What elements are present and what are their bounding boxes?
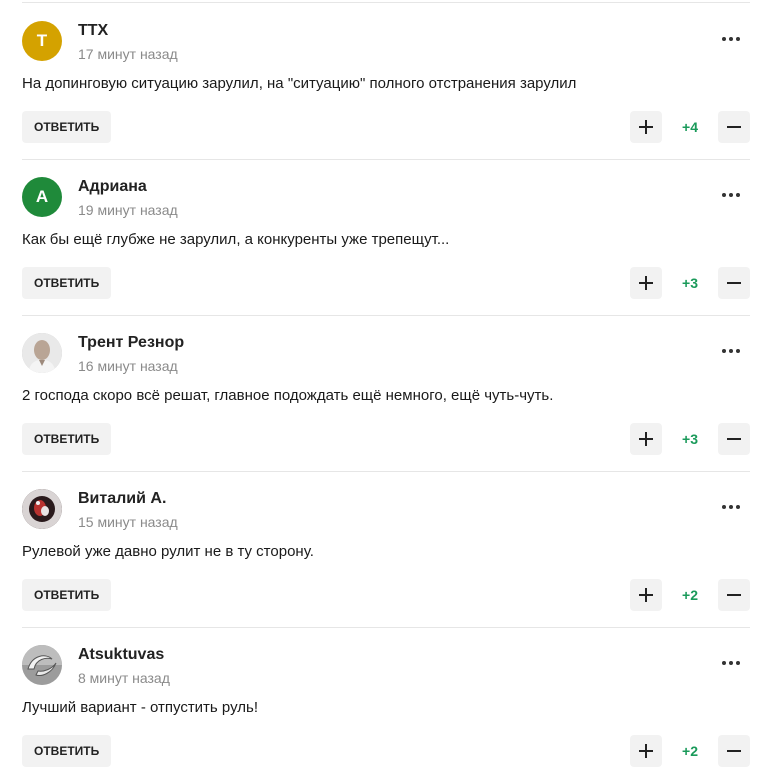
comment-score: +3: [682, 431, 698, 447]
more-options-button[interactable]: [718, 182, 744, 208]
comment-time: 16 минут назад: [78, 358, 178, 374]
avatar-letter: T: [36, 31, 48, 50]
comment-text: Рулевой уже давно рулит не в ту сторону.: [22, 543, 314, 560]
downvote-button[interactable]: [718, 735, 750, 767]
more-options-button[interactable]: [718, 26, 744, 52]
plus-icon: [639, 120, 653, 134]
comment-time: 15 минут назад: [78, 514, 178, 530]
upvote-button[interactable]: [630, 735, 662, 767]
reply-button[interactable]: ОТВЕТИТЬ: [22, 423, 112, 455]
minus-icon: [727, 432, 741, 446]
avatar[interactable]: [22, 645, 62, 685]
plus-icon: [639, 588, 653, 602]
minus-icon: [727, 588, 741, 602]
comment-score: +2: [682, 587, 698, 603]
more-dots-icon: [722, 505, 740, 509]
upvote-button[interactable]: [630, 579, 662, 611]
comment: Atsuktuvas 8 минут назад Лучший вариант …: [22, 628, 750, 784]
upvote-button[interactable]: [630, 267, 662, 299]
upvote-button[interactable]: [630, 423, 662, 455]
comment-author[interactable]: Виталий А.: [78, 490, 166, 508]
plus-icon: [639, 744, 653, 758]
plus-icon: [639, 276, 653, 290]
reply-button[interactable]: ОТВЕТИТЬ: [22, 267, 112, 299]
more-options-button[interactable]: [718, 494, 744, 520]
logo-photo-icon: [22, 645, 62, 685]
comment-author[interactable]: TTX: [78, 22, 108, 40]
minus-icon: [727, 276, 741, 290]
comment-text: Как бы ещё глубже не зарулил, а конкурен…: [22, 231, 450, 248]
comment-score: +3: [682, 275, 698, 291]
avatar[interactable]: T: [22, 21, 62, 61]
upvote-button[interactable]: [630, 111, 662, 143]
comment-time: 19 минут назад: [78, 202, 178, 218]
more-dots-icon: [722, 661, 740, 665]
minus-icon: [727, 120, 741, 134]
avatar[interactable]: [22, 489, 62, 529]
downvote-button[interactable]: [718, 579, 750, 611]
downvote-button[interactable]: [718, 423, 750, 455]
avatar-letter: А: [35, 187, 49, 206]
comment-time: 8 минут назад: [78, 670, 170, 686]
reply-button[interactable]: ОТВЕТИТЬ: [22, 735, 112, 767]
comment-text: На допинговую ситуацию зарулил, на "ситу…: [22, 75, 577, 92]
more-options-button[interactable]: [718, 338, 744, 364]
comment-time: 17 минут назад: [78, 46, 178, 62]
comment-author[interactable]: Адриана: [78, 178, 147, 196]
downvote-button[interactable]: [718, 267, 750, 299]
divider: [22, 2, 750, 3]
comment-text: 2 господа скоро всё решат, главное подож…: [22, 387, 554, 404]
comment: Трент Резнор 16 минут назад 2 господа ск…: [22, 316, 750, 472]
comment: Виталий А. 15 минут назад Рулевой уже да…: [22, 472, 750, 628]
avatar[interactable]: [22, 333, 62, 373]
comment-text: Лучший вариант - отпустить руль!: [22, 699, 258, 716]
comment-score: +2: [682, 743, 698, 759]
more-dots-icon: [722, 193, 740, 197]
dark-photo-icon: [22, 489, 62, 529]
plus-icon: [639, 432, 653, 446]
avatar[interactable]: А: [22, 177, 62, 217]
more-options-button[interactable]: [718, 650, 744, 676]
downvote-button[interactable]: [718, 111, 750, 143]
more-dots-icon: [722, 349, 740, 353]
comment-score: +4: [682, 119, 698, 135]
more-dots-icon: [722, 37, 740, 41]
reply-button[interactable]: ОТВЕТИТЬ: [22, 111, 112, 143]
comment-author[interactable]: Трент Резнор: [78, 334, 184, 352]
reply-button[interactable]: ОТВЕТИТЬ: [22, 579, 112, 611]
comment: T TTX 17 минут назад На допинговую ситуа…: [22, 4, 750, 160]
minus-icon: [727, 744, 741, 758]
comment-author[interactable]: Atsuktuvas: [78, 646, 164, 664]
portrait-photo-icon: [22, 333, 62, 373]
comment: А Адриана 19 минут назад Как бы ещё глуб…: [22, 160, 750, 316]
